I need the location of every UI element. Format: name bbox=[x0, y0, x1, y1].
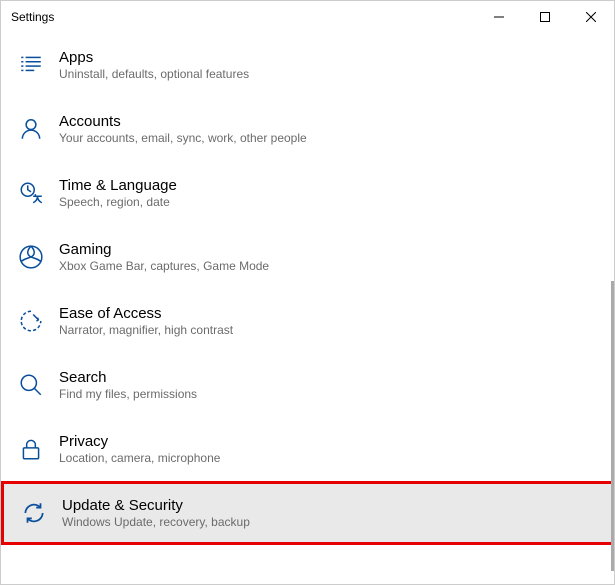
update-security-icon bbox=[18, 497, 50, 529]
maximize-button[interactable] bbox=[522, 1, 568, 33]
category-privacy[interactable]: Privacy Location, camera, microphone bbox=[1, 417, 614, 481]
scrollbar[interactable] bbox=[611, 281, 614, 571]
category-desc: Narrator, magnifier, high contrast bbox=[59, 323, 233, 337]
category-title: Accounts bbox=[59, 113, 307, 130]
category-title: Privacy bbox=[59, 433, 220, 450]
category-title: Update & Security bbox=[62, 497, 250, 514]
category-title: Gaming bbox=[59, 241, 269, 258]
category-update-security[interactable]: Update & Security Windows Update, recove… bbox=[1, 481, 614, 545]
minimize-icon bbox=[494, 12, 504, 22]
category-apps[interactable]: Apps Uninstall, defaults, optional featu… bbox=[1, 33, 614, 97]
category-accounts[interactable]: Accounts Your accounts, email, sync, wor… bbox=[1, 97, 614, 161]
category-ease-of-access[interactable]: Ease of Access Narrator, magnifier, high… bbox=[1, 289, 614, 353]
window-title: Settings bbox=[11, 10, 476, 24]
privacy-icon bbox=[15, 433, 47, 465]
close-button[interactable] bbox=[568, 1, 614, 33]
gaming-icon bbox=[15, 241, 47, 273]
apps-icon bbox=[15, 49, 47, 81]
category-desc: Uninstall, defaults, optional features bbox=[59, 67, 249, 81]
category-title: Ease of Access bbox=[59, 305, 233, 322]
accounts-icon bbox=[15, 113, 47, 145]
window-titlebar: Settings bbox=[1, 1, 614, 33]
window-controls bbox=[476, 1, 614, 33]
settings-categories: Apps Uninstall, defaults, optional featu… bbox=[1, 33, 614, 545]
time-language-icon bbox=[15, 177, 47, 209]
maximize-icon bbox=[540, 12, 550, 22]
category-title: Apps bbox=[59, 49, 249, 66]
close-icon bbox=[586, 12, 596, 22]
category-desc: Xbox Game Bar, captures, Game Mode bbox=[59, 259, 269, 273]
category-title: Search bbox=[59, 369, 197, 386]
category-title: Time & Language bbox=[59, 177, 177, 194]
ease-of-access-icon bbox=[15, 305, 47, 337]
category-desc: Speech, region, date bbox=[59, 195, 177, 209]
category-desc: Your accounts, email, sync, work, other … bbox=[59, 131, 307, 145]
category-search[interactable]: Search Find my files, permissions bbox=[1, 353, 614, 417]
category-desc: Location, camera, microphone bbox=[59, 451, 220, 465]
category-gaming[interactable]: Gaming Xbox Game Bar, captures, Game Mod… bbox=[1, 225, 614, 289]
search-icon bbox=[15, 369, 47, 401]
category-time-language[interactable]: Time & Language Speech, region, date bbox=[1, 161, 614, 225]
minimize-button[interactable] bbox=[476, 1, 522, 33]
category-desc: Windows Update, recovery, backup bbox=[62, 515, 250, 529]
category-desc: Find my files, permissions bbox=[59, 387, 197, 401]
